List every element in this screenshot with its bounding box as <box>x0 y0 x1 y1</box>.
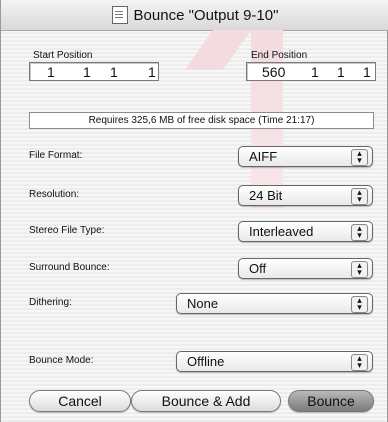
bounce-button[interactable]: Bounce <box>288 390 374 412</box>
up-down-arrows-icon: ▴ ▾ <box>351 149 368 166</box>
start-bar: 1 <box>47 64 55 80</box>
stereo-file-type-popup[interactable]: Interleaved ▴ ▾ <box>238 221 373 242</box>
start-division: 1 <box>110 64 118 80</box>
dithering-popup[interactable]: None ▴ ▾ <box>176 293 373 314</box>
resolution-popup[interactable]: 24 Bit ▴ ▾ <box>238 185 373 206</box>
end-beat: 1 <box>311 64 319 80</box>
cancel-button[interactable]: Cancel <box>29 390 131 412</box>
up-down-arrows-icon: ▴ ▾ <box>351 296 368 313</box>
title-bar[interactable]: Bounce "Output 9-10" <box>1 0 388 31</box>
up-down-arrows-icon: ▴ ▾ <box>351 354 368 371</box>
resolution-label: Resolution: <box>29 189 80 200</box>
bounce-and-add-button[interactable]: Bounce & Add <box>131 390 281 412</box>
bounce-mode-value: Offline <box>187 354 225 369</box>
end-division: 1 <box>337 64 345 80</box>
file-format-popup[interactable]: AIFF ▴ ▾ <box>238 146 373 167</box>
disk-space-info: Requires 325,6 MB of free disk space (Ti… <box>29 112 374 129</box>
dithering-value: None <box>187 296 219 311</box>
file-format-label: File Format: <box>29 150 83 161</box>
end-tick: 1 <box>363 64 371 80</box>
surround-bounce-value: Off <box>249 261 267 276</box>
start-beat: 1 <box>83 64 91 80</box>
file-format-value: AIFF <box>249 149 278 164</box>
window-title: Bounce "Output 9-10" <box>133 6 279 24</box>
bounce-dialog: Bounce "Output 9-10" Start Position 1 1 … <box>0 0 388 422</box>
up-down-arrows-icon: ▴ ▾ <box>351 224 368 241</box>
bounce-mode-popup[interactable]: Offline ▴ ▾ <box>176 351 373 372</box>
start-position-field[interactable]: 1 1 1 1 <box>29 62 159 81</box>
resolution-value: 24 Bit <box>249 188 283 203</box>
stereo-file-type-label: Stereo File Type: <box>29 225 105 236</box>
end-position-field[interactable]: 560 1 1 1 <box>246 62 376 81</box>
bounce-mode-label: Bounce Mode: <box>29 355 94 366</box>
end-bar: 560 <box>262 64 286 80</box>
stereo-file-type-value: Interleaved <box>249 224 314 239</box>
start-tick: 1 <box>148 64 156 80</box>
start-position-label: Start Position <box>33 50 93 61</box>
document-icon <box>111 6 128 24</box>
surround-bounce-label: Surround Bounce: <box>29 262 110 273</box>
end-position-label: End Position <box>251 50 308 61</box>
surround-bounce-popup[interactable]: Off ▴ ▾ <box>238 258 373 279</box>
dithering-label: Dithering: <box>29 297 72 308</box>
watermark-shape <box>184 30 251 70</box>
up-down-arrows-icon: ▴ ▾ <box>351 188 368 205</box>
up-down-arrows-icon: ▴ ▾ <box>351 261 368 278</box>
